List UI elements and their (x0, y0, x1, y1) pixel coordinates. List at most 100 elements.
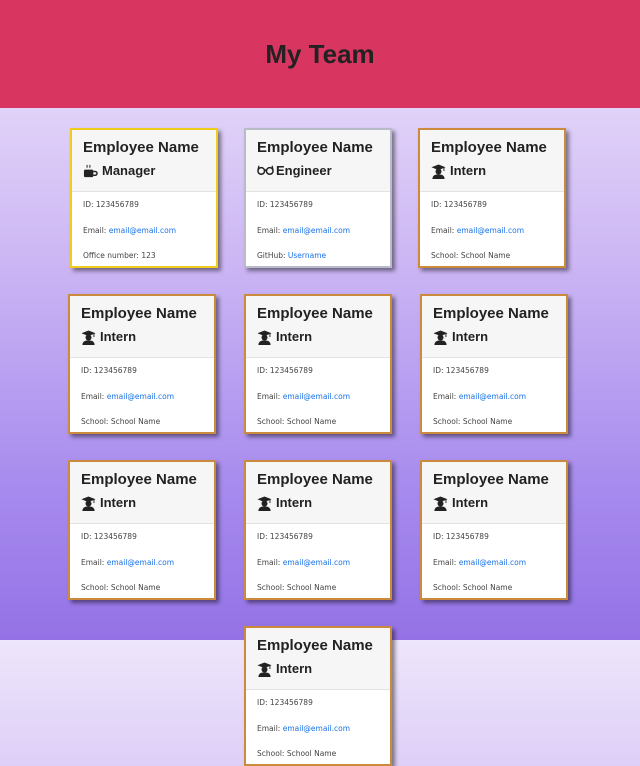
card-body: ID: 123456789 Email: email@email.com Sch… (246, 690, 390, 764)
card-header: Employee Name Intern (246, 296, 390, 358)
employee-card: Employee Name Intern ID: 123456789 Email… (420, 460, 568, 600)
graduate-icon (257, 329, 272, 345)
employee-card: Employee Name Intern ID: 123456789 Email… (68, 460, 216, 600)
graduate-icon (257, 495, 272, 511)
employee-role: Intern (431, 163, 564, 179)
email-link[interactable]: email@email.com (283, 724, 350, 733)
email-link[interactable]: email@email.com (107, 558, 174, 567)
employee-name: Employee Name (257, 305, 373, 322)
employee-id: ID: 123456789 (257, 698, 390, 724)
email-label: Email: (431, 225, 457, 235)
card-header: Employee Name Intern (422, 296, 566, 358)
email-link[interactable]: email@email.com (283, 392, 350, 401)
employee-id: ID: 123456789 (257, 532, 390, 558)
employee-role: Engineer (257, 163, 390, 179)
id-label: ID: (257, 698, 270, 707)
extra-value: School Name (286, 417, 337, 426)
email-label: Email: (257, 723, 283, 733)
card-header: Employee Name Intern (246, 628, 390, 690)
employee-role: Intern (257, 661, 390, 677)
id-value: 123456789 (443, 200, 487, 209)
email-label: Email: (433, 391, 459, 401)
employee-extra: School: School Name (431, 251, 564, 266)
graduate-icon (81, 495, 96, 511)
id-value: 123456789 (445, 366, 489, 375)
id-label: ID: (433, 366, 446, 375)
role-label: Engineer (276, 163, 332, 178)
card-header: Employee Name Intern (70, 462, 214, 524)
employee-email: Email: email@email.com (81, 558, 214, 584)
graduate-icon (433, 495, 448, 511)
email-link[interactable]: email@email.com (109, 226, 176, 235)
extra-value: School Name (462, 583, 513, 592)
email-link[interactable]: email@email.com (457, 226, 524, 235)
employee-extra: School: School Name (257, 749, 390, 764)
extra-value: 123 (141, 251, 156, 260)
employee-card: Employee Name Intern ID: 123456789 Email… (68, 294, 216, 434)
extra-value: School Name (110, 417, 161, 426)
email-link[interactable]: email@email.com (283, 558, 350, 567)
employee-role: Intern (81, 495, 214, 511)
id-value: 123456789 (269, 366, 313, 375)
id-value: 123456789 (269, 200, 313, 209)
extra-value: School Name (462, 417, 513, 426)
github-link[interactable]: Username (288, 251, 326, 260)
employee-extra: Office number: 123 (83, 251, 216, 266)
id-label: ID: (83, 200, 96, 209)
id-label: ID: (257, 366, 270, 375)
extra-label: School: (431, 251, 461, 260)
email-label: Email: (433, 557, 459, 567)
card-body: ID: 123456789 Email: email@email.com Sch… (420, 192, 564, 266)
email-link[interactable]: email@email.com (459, 392, 526, 401)
employee-id: ID: 123456789 (257, 200, 390, 226)
card-header: Employee Name Intern (70, 296, 214, 358)
employee-role: Intern (433, 329, 566, 345)
card-body: ID: 123456789 Email: email@email.com Sch… (246, 358, 390, 432)
employee-name: Employee Name (81, 305, 197, 322)
employee-name: Employee Name (433, 305, 549, 322)
employee-id: ID: 123456789 (433, 532, 566, 558)
employee-extra: School: School Name (433, 417, 566, 432)
employee-email: Email: email@email.com (433, 558, 566, 584)
employee-email: Email: email@email.com (257, 724, 390, 750)
id-value: 123456789 (93, 366, 137, 375)
email-label: Email: (257, 391, 283, 401)
extra-value: School Name (286, 583, 337, 592)
role-label: Intern (452, 329, 489, 344)
extra-value: School Name (460, 251, 511, 260)
card-body: ID: 123456789 Email: email@email.com Sch… (422, 358, 566, 432)
coffee-icon (83, 164, 98, 179)
email-link[interactable]: email@email.com (283, 226, 350, 235)
id-value: 123456789 (445, 532, 489, 541)
id-label: ID: (81, 532, 94, 541)
id-label: ID: (431, 200, 444, 209)
employee-name: Employee Name (433, 471, 549, 488)
extra-label: School: (433, 417, 463, 426)
graduate-icon (81, 329, 96, 345)
employee-id: ID: 123456789 (433, 366, 566, 392)
email-label: Email: (81, 391, 107, 401)
email-link[interactable]: email@email.com (459, 558, 526, 567)
employee-card: Employee Name Intern ID: 123456789 Email… (420, 294, 568, 434)
employee-name: Employee Name (81, 471, 197, 488)
card-header: Employee Name Engineer (246, 130, 390, 192)
employee-id: ID: 123456789 (257, 366, 390, 392)
employee-card: Employee Name Intern ID: 123456789 Email… (418, 128, 566, 268)
extra-label: GitHub: (257, 251, 288, 260)
email-link[interactable]: email@email.com (107, 392, 174, 401)
graduate-icon (433, 329, 448, 345)
employee-email: Email: email@email.com (257, 558, 390, 584)
employee-id: ID: 123456789 (83, 200, 216, 226)
email-label: Email: (257, 225, 283, 235)
extra-label: School: (257, 583, 287, 592)
employee-extra: School: School Name (433, 583, 566, 598)
card-body: ID: 123456789 Email: email@email.com Git… (246, 192, 390, 266)
id-label: ID: (257, 200, 270, 209)
employee-role: Intern (257, 329, 390, 345)
employee-email: Email: email@email.com (433, 392, 566, 418)
employee-id: ID: 123456789 (81, 532, 214, 558)
card-body: ID: 123456789 Email: email@email.com Sch… (422, 524, 566, 598)
employee-card: Employee Name Engineer ID: 123456789 Ema… (244, 128, 392, 268)
employee-card: Employee Name Intern ID: 123456789 Email… (244, 294, 392, 434)
card-header: Employee Name Intern (422, 462, 566, 524)
